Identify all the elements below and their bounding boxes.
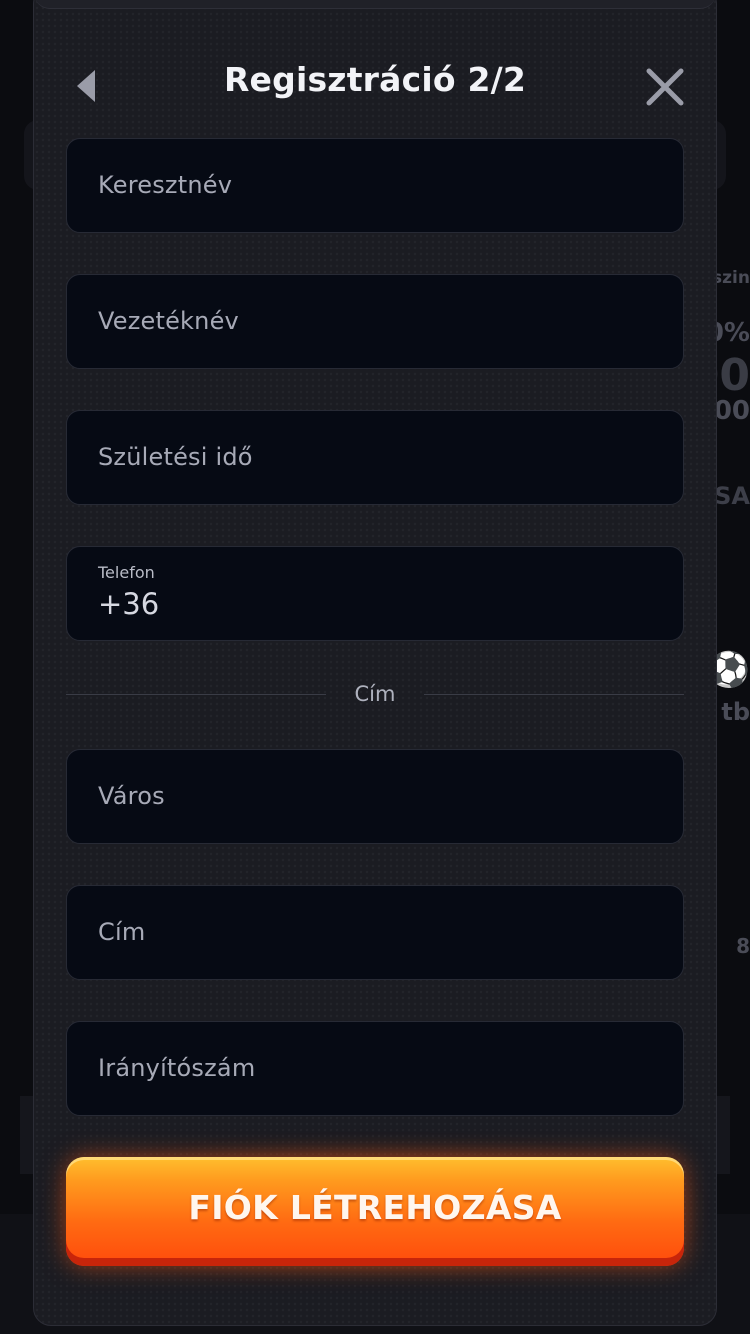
divider-line (424, 694, 684, 695)
birth-date-field[interactable]: Születési idő (66, 410, 684, 505)
city-field[interactable]: Város (66, 749, 684, 844)
create-account-button[interactable]: FIÓK LÉTREHOZÁSA (66, 1157, 684, 1266)
phone-value: +36 (98, 587, 160, 621)
background-text: 8 (736, 934, 750, 958)
close-icon (646, 68, 684, 106)
background-text: 00 (713, 396, 750, 426)
zip-code-placeholder: Irányítószám (98, 1054, 256, 1082)
last-name-placeholder: Vezetéknév (98, 307, 239, 335)
address-section-divider: Cím (66, 676, 684, 712)
zip-code-field[interactable]: Irányítószám (66, 1021, 684, 1116)
birth-date-placeholder: Születési idő (98, 443, 253, 471)
phone-field[interactable]: Telefon +36 (66, 546, 684, 641)
modal-top-strip (34, 0, 716, 9)
create-account-label: FIÓK LÉTREHOZÁSA (188, 1188, 562, 1227)
address-field[interactable]: Cím (66, 885, 684, 980)
background-text: szin (712, 268, 750, 288)
address-placeholder: Cím (98, 918, 146, 946)
first-name-field[interactable]: Keresztnév (66, 138, 684, 233)
modal-title: Regisztráció 2/2 (223, 60, 527, 99)
last-name-field[interactable]: Vezetéknév (66, 274, 684, 369)
background-text: tb (721, 698, 750, 726)
first-name-placeholder: Keresztnév (98, 171, 233, 199)
city-placeholder: Város (98, 782, 165, 810)
phone-label: Telefon (98, 563, 155, 582)
close-button[interactable] (644, 66, 686, 108)
